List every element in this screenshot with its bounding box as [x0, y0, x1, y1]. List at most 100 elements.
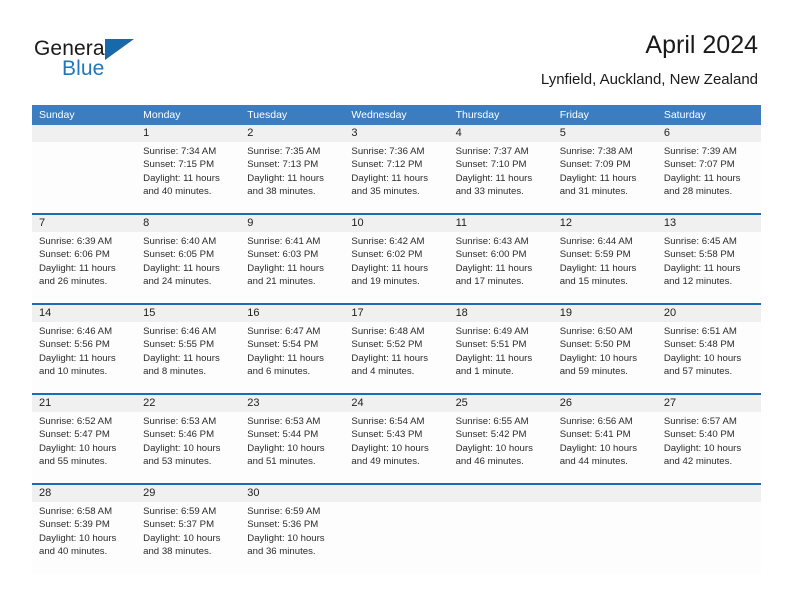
sunset-text: Sunset: 7:15 PM — [143, 159, 215, 171]
day-number[interactable]: 20 — [657, 305, 761, 322]
daylight-text: Daylight: 10 hours — [39, 532, 117, 544]
day-number[interactable]: 12 — [553, 215, 657, 232]
day-number[interactable]: 28 — [32, 485, 136, 502]
day-cell[interactable]: Sunrise: 6:57 AM Sunset: 5:40 PM Daylight:… — [657, 412, 761, 483]
daylight-minutes-text: and 1 minute. — [455, 366, 514, 378]
day-cell[interactable]: Sunrise: 7:38 AM Sunset: 7:09 PM Daylight:… — [553, 142, 657, 213]
sunset-text: Sunset: 5:46 PM — [143, 429, 215, 441]
day-cell[interactable]: Sunrise: 6:52 AM Sunset: 5:47 PM Daylight:… — [32, 412, 136, 483]
day-cell[interactable]: Sunrise: 7:35 AM Sunset: 7:13 PM Daylight:… — [240, 142, 344, 213]
day-cell[interactable]: Sunrise: 6:46 AM Sunset: 5:55 PM Daylight:… — [136, 322, 240, 393]
day-number[interactable]: 11 — [449, 215, 553, 232]
weekday-header-thursday: Thursday — [455, 109, 500, 121]
day-cell[interactable]: Sunrise: 6:48 AM Sunset: 5:52 PM Daylight:… — [344, 322, 448, 393]
day-number[interactable]: 2 — [240, 125, 344, 142]
day-cell[interactable]: Sunrise: 6:39 AM Sunset: 6:06 PM Daylight:… — [32, 232, 136, 303]
day-number[interactable]: 18 — [449, 305, 553, 322]
day-number[interactable]: 24 — [344, 395, 448, 412]
day-number-row: 14 15 16 17 18 19 20 — [32, 305, 761, 322]
day-number[interactable]: 17 — [344, 305, 448, 322]
day-cell[interactable]: Sunrise: 6:51 AM Sunset: 5:48 PM Daylight:… — [657, 322, 761, 393]
calendar-week-row: 1 2 3 4 5 6 Sunrise: 7:34 AM Sunset: 7:15 PM Day… — [32, 125, 761, 213]
day-cell[interactable]: Sunrise: 6:58 AM Sunset: 5:39 PM Daylight:… — [32, 502, 136, 573]
day-number[interactable]: 21 — [32, 395, 136, 412]
day-number[interactable]: 15 — [136, 305, 240, 322]
day-cell[interactable]: Sunrise: 6:41 AM Sunset: 6:03 PM Daylight:… — [240, 232, 344, 303]
day-cell[interactable]: Sunrise: 6:56 AM Sunset: 5:41 PM Daylight:… — [553, 412, 657, 483]
day-number[interactable]: 9 — [240, 215, 344, 232]
day-cell[interactable]: Sunrise: 6:49 AM Sunset: 5:51 PM Daylight:… — [449, 322, 553, 393]
day-number[interactable]: 8 — [136, 215, 240, 232]
day-number[interactable]: 5 — [553, 125, 657, 142]
day-number[interactable]: 26 — [553, 395, 657, 412]
day-number[interactable]: 13 — [657, 215, 761, 232]
day-number[interactable]: 25 — [449, 395, 553, 412]
daylight-text: Daylight: 10 hours — [143, 532, 221, 544]
daylight-text: Daylight: 11 hours — [143, 352, 220, 364]
daylight-text: Daylight: 10 hours — [247, 532, 325, 544]
calendar-week-row: 28 29 30 Sunrise: 6:58 AM Sunset: 5:39 PM Day… — [32, 483, 761, 573]
sunset-text: Sunset: 6:05 PM — [143, 249, 215, 261]
daylight-minutes-text: and 26 minutes. — [39, 276, 108, 288]
day-number[interactable]: 19 — [553, 305, 657, 322]
day-cell[interactable]: Sunrise: 7:36 AM Sunset: 7:12 PM Daylight:… — [344, 142, 448, 213]
general-blue-logo[interactable]: General Blue — [34, 36, 214, 92]
day-cell[interactable]: Sunrise: 6:59 AM Sunset: 5:36 PM Daylight:… — [240, 502, 344, 573]
day-cell[interactable]: Sunrise: 6:40 AM Sunset: 6:05 PM Daylight:… — [136, 232, 240, 303]
day-cell[interactable]: Sunrise: 7:34 AM Sunset: 7:15 PM Daylight:… — [136, 142, 240, 213]
day-cell[interactable]: Sunrise: 6:44 AM Sunset: 5:59 PM Daylight:… — [553, 232, 657, 303]
sunset-text: Sunset: 5:59 PM — [559, 249, 631, 261]
day-cell[interactable]: Sunrise: 6:54 AM Sunset: 5:43 PM Daylight:… — [344, 412, 448, 483]
day-cell[interactable]: Sunrise: 6:55 AM Sunset: 5:42 PM Daylight:… — [449, 412, 553, 483]
sunset-text: Sunset: 5:40 PM — [663, 429, 735, 441]
sunset-text: Sunset: 7:09 PM — [559, 159, 631, 171]
day-number[interactable]: 3 — [344, 125, 448, 142]
day-cell[interactable]: Sunrise: 6:42 AM Sunset: 6:02 PM Daylight:… — [344, 232, 448, 303]
day-number[interactable]: 6 — [657, 125, 761, 142]
day-cell[interactable]: Sunrise: 6:50 AM Sunset: 5:50 PM Daylight:… — [553, 322, 657, 393]
day-cell — [32, 142, 136, 213]
day-number[interactable]: 16 — [240, 305, 344, 322]
daylight-minutes-text: and 51 minutes. — [247, 456, 316, 468]
day-number[interactable]: 23 — [240, 395, 344, 412]
daylight-minutes-text: and 17 minutes. — [455, 276, 524, 288]
day-detail-row: Sunrise: 6:58 AM Sunset: 5:39 PM Daylight:… — [32, 502, 761, 573]
day-cell[interactable]: Sunrise: 6:45 AM Sunset: 5:58 PM Daylight:… — [657, 232, 761, 303]
day-cell[interactable]: Sunrise: 6:46 AM Sunset: 5:56 PM Daylight:… — [32, 322, 136, 393]
day-cell[interactable]: Sunrise: 7:37 AM Sunset: 7:10 PM Daylight:… — [449, 142, 553, 213]
daylight-minutes-text: and 53 minutes. — [143, 456, 212, 468]
day-number[interactable]: 7 — [32, 215, 136, 232]
day-number[interactable]: 1 — [136, 125, 240, 142]
day-cell[interactable]: Sunrise: 6:59 AM Sunset: 5:37 PM Daylight:… — [136, 502, 240, 573]
daylight-minutes-text: and 55 minutes. — [39, 456, 108, 468]
daylight-text: Daylight: 10 hours — [351, 442, 429, 454]
day-number — [344, 485, 448, 502]
sunset-text: Sunset: 7:12 PM — [351, 159, 423, 171]
day-number — [657, 485, 761, 502]
day-number[interactable]: 29 — [136, 485, 240, 502]
day-number[interactable]: 22 — [136, 395, 240, 412]
day-cell[interactable]: Sunrise: 7:39 AM Sunset: 7:07 PM Daylight:… — [657, 142, 761, 213]
daylight-minutes-text: and 57 minutes. — [663, 366, 733, 378]
sunset-text: Sunset: 5:42 PM — [455, 429, 527, 441]
day-number[interactable]: 27 — [657, 395, 761, 412]
day-number[interactable]: 10 — [344, 215, 448, 232]
daylight-minutes-text: and 31 minutes. — [559, 186, 628, 198]
daylight-text: Daylight: 10 hours — [247, 442, 325, 454]
sunset-text: Sunset: 5:48 PM — [663, 339, 735, 351]
day-number[interactable]: 14 — [32, 305, 136, 322]
day-number[interactable]: 4 — [449, 125, 553, 142]
day-number[interactable]: 30 — [240, 485, 344, 502]
day-cell[interactable]: Sunrise: 6:47 AM Sunset: 5:54 PM Daylight:… — [240, 322, 344, 393]
daylight-minutes-text: and 38 minutes. — [247, 186, 316, 198]
daylight-minutes-text: and 40 minutes. — [39, 546, 108, 558]
daylight-minutes-text: and 33 minutes. — [455, 186, 524, 198]
day-cell[interactable]: Sunrise: 6:53 AM Sunset: 5:44 PM Daylight:… — [240, 412, 344, 483]
day-cell[interactable]: Sunrise: 6:53 AM Sunset: 5:46 PM Daylight:… — [136, 412, 240, 483]
sunrise-text: Sunrise: 6:55 AM — [455, 416, 529, 427]
day-cell[interactable]: Sunrise: 6:43 AM Sunset: 6:00 PM Daylight:… — [449, 232, 553, 303]
calendar-week-row: 7 8 9 10 11 12 13 Sunrise: 6:39 AM Sunset: 6:06 … — [32, 213, 761, 303]
sunrise-text: Sunrise: 7:39 AM — [663, 146, 737, 157]
sunset-text: Sunset: 6:00 PM — [455, 249, 527, 261]
sunrise-text: Sunrise: 7:34 AM — [143, 146, 217, 157]
